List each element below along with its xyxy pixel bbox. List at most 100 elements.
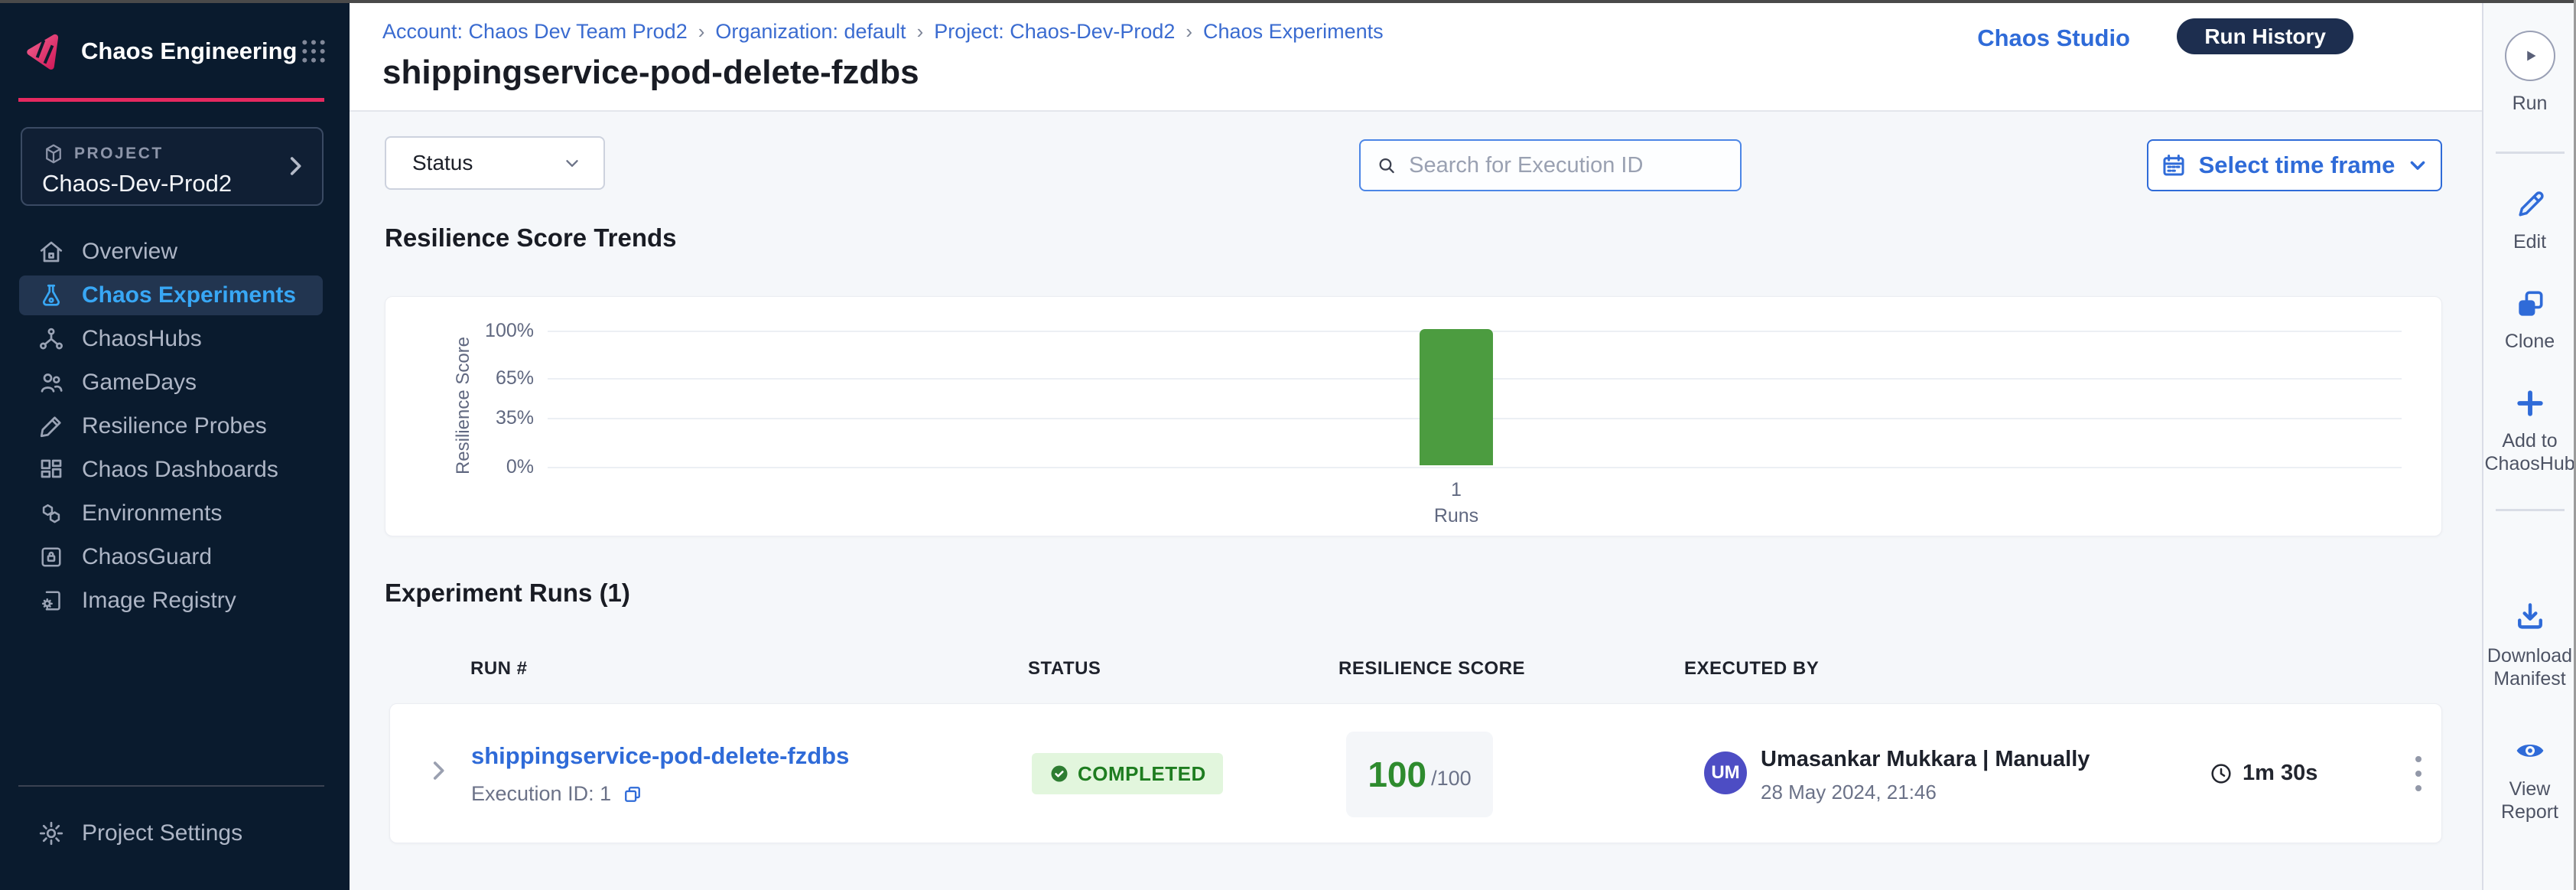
status-filter-label: Status: [412, 151, 473, 175]
sidebar-item-overview[interactable]: Overview: [19, 232, 323, 272]
add-to-chaoshub-label[interactable]: Add to ChaosHub: [2485, 429, 2575, 475]
runs-section-title: Experiment Runs (1): [385, 579, 630, 608]
project-label: PROJECT: [74, 145, 164, 163]
chevron-down-icon: [2407, 155, 2428, 176]
home-icon: [37, 238, 65, 266]
app-title: Chaos Engineering: [81, 37, 298, 65]
status-text: COMPLETED: [1078, 762, 1206, 786]
expand-row-chevron-icon[interactable]: [425, 758, 451, 784]
plus-icon[interactable]: [2513, 386, 2547, 420]
edit-pencil-icon[interactable]: [2513, 187, 2547, 221]
main-area: Account: Chaos Dev Team Prod2 › Organiza…: [350, 3, 2482, 890]
download-icon[interactable]: [2513, 600, 2547, 634]
sidebar-item-chaosguard[interactable]: ChaosGuard: [19, 537, 323, 577]
brand-underline: [18, 98, 324, 102]
hub-network-icon: [37, 325, 65, 353]
window-top-strip: [0, 0, 2576, 3]
breadcrumb-chaos-experiments[interactable]: Chaos Experiments: [1203, 20, 1384, 44]
status-filter-dropdown[interactable]: Status: [385, 136, 605, 190]
column-header-status: STATUS: [1028, 658, 1101, 680]
breadcrumb-organization[interactable]: Organization: default: [715, 20, 906, 44]
chevron-right-icon: [282, 153, 308, 179]
clone-button-label[interactable]: Clone: [2505, 330, 2555, 353]
y-tick-35: 35%: [465, 407, 534, 429]
rail-divider: [2496, 152, 2565, 154]
registry-icon: [37, 587, 65, 615]
breadcrumb-account[interactable]: Account: Chaos Dev Team Prod2: [382, 20, 688, 44]
run-button[interactable]: [2505, 31, 2555, 81]
column-header-executed: EXECUTED BY: [1684, 658, 1819, 680]
executed-by-name: Umasankar Mukkara | Manually: [1761, 747, 2090, 772]
executed-at-timestamp: 28 May 2024, 21:46: [1761, 781, 1937, 804]
column-header-run: RUN #: [470, 658, 528, 680]
sidebar-item-label: Resilience Probes: [82, 413, 267, 439]
sidebar-item-gamedays[interactable]: GameDays: [19, 363, 323, 403]
search-input[interactable]: [1409, 153, 1725, 178]
page-title: shippingservice-pod-delete-fzdbs: [382, 54, 919, 92]
cube-icon: [42, 142, 65, 165]
breadcrumb-project[interactable]: Project: Chaos-Dev-Prod2: [934, 20, 1175, 44]
download-manifest-label[interactable]: Download Manifest: [2485, 644, 2575, 690]
action-rail: Run Edit Clone Add to ChaosHub Download …: [2482, 3, 2576, 890]
search-box: [1359, 139, 1742, 191]
chaos-studio-link[interactable]: Chaos Studio: [1977, 24, 2130, 52]
experiment-run-row[interactable]: shippingservice-pod-delete-fzdbs Executi…: [389, 703, 2442, 843]
chaos-engineering-logo-icon: [23, 30, 66, 73]
flask-icon: [37, 282, 65, 309]
edit-button-label[interactable]: Edit: [2513, 230, 2546, 253]
sidebar-item-chaoshubs[interactable]: ChaosHubs: [19, 319, 323, 359]
run-name-link[interactable]: shippingservice-pod-delete-fzdbs: [471, 742, 849, 770]
clone-icon[interactable]: [2513, 287, 2547, 321]
sidebar-item-chaos-experiments[interactable]: Chaos Experiments: [19, 275, 323, 315]
page-header: Account: Chaos Dev Team Prod2 › Organiza…: [350, 3, 2482, 112]
lock-shield-icon: [37, 543, 65, 571]
chart-x-axis-label: Runs: [1384, 505, 1529, 527]
project-selector[interactable]: PROJECT Chaos-Dev-Prod2: [21, 127, 324, 206]
y-tick-65: 65%: [465, 367, 534, 390]
check-circle-icon: [1049, 763, 1070, 784]
sidebar-item-label: Overview: [82, 239, 177, 265]
view-report-label[interactable]: View Report: [2485, 778, 2575, 823]
app-window: Chaos Engineering PROJECT Chaos-Dev-Prod…: [0, 0, 2576, 890]
x-tick-run-1: 1: [1384, 479, 1529, 501]
gridline: [548, 467, 2402, 468]
sidebar-item-label: Chaos Dashboards: [82, 457, 278, 483]
sidebar-item-project-settings[interactable]: Project Settings: [37, 820, 242, 847]
status-badge: COMPLETED: [1032, 753, 1223, 794]
calendar-icon: [2161, 152, 2187, 178]
eye-icon[interactable]: [2513, 733, 2547, 767]
sidebar-item-chaos-dashboards[interactable]: Chaos Dashboards: [19, 450, 323, 490]
sidebar: Chaos Engineering PROJECT Chaos-Dev-Prod…: [0, 3, 350, 890]
sidebar-item-label: Image Registry: [82, 588, 236, 614]
people-icon: [37, 369, 65, 396]
sidebar-item-label: Environments: [82, 500, 222, 527]
select-time-frame-label: Select time frame: [2199, 152, 2395, 179]
y-tick-100: 100%: [465, 320, 534, 342]
sidebar-item-environments[interactable]: Environments: [19, 494, 323, 533]
sidebar-item-resilience-probes[interactable]: Resilience Probes: [19, 406, 323, 446]
row-menu-kebab-icon[interactable]: [2411, 751, 2426, 797]
copy-icon[interactable]: [622, 784, 643, 805]
hexagons-icon: [37, 500, 65, 527]
sidebar-item-image-registry[interactable]: Image Registry: [19, 581, 323, 621]
breadcrumb-separator: ›: [917, 20, 924, 44]
play-icon: [2519, 44, 2542, 67]
score-total: /100: [1431, 767, 1472, 791]
chart-section-title: Resilience Score Trends: [385, 223, 677, 253]
breadcrumb-separator: ›: [1186, 20, 1192, 44]
breadcrumb: Account: Chaos Dev Team Prod2 › Organiza…: [382, 20, 1384, 44]
score-value: 100: [1368, 754, 1426, 795]
chevron-down-icon: [562, 153, 582, 173]
chart-bar[interactable]: [1420, 329, 1493, 465]
select-time-frame-button[interactable]: Select time frame: [2147, 139, 2442, 191]
sidebar-item-label: ChaosHubs: [82, 326, 202, 352]
avatar: UM: [1704, 751, 1747, 794]
run-history-button[interactable]: Run History: [2177, 18, 2353, 54]
module-grid-icon[interactable]: [298, 36, 329, 67]
resilience-score-chip: 100 /100: [1346, 732, 1493, 817]
sidebar-nav: Overview Chaos Experiments ChaosHubs: [19, 232, 323, 621]
resilience-trend-chart: Resilience Score 100% 65% 35% 0% 1 Runs: [385, 296, 2442, 536]
sidebar-divider: [18, 785, 324, 787]
run-button-label: Run: [2513, 92, 2548, 115]
run-duration: 1m 30s: [2209, 761, 2317, 786]
